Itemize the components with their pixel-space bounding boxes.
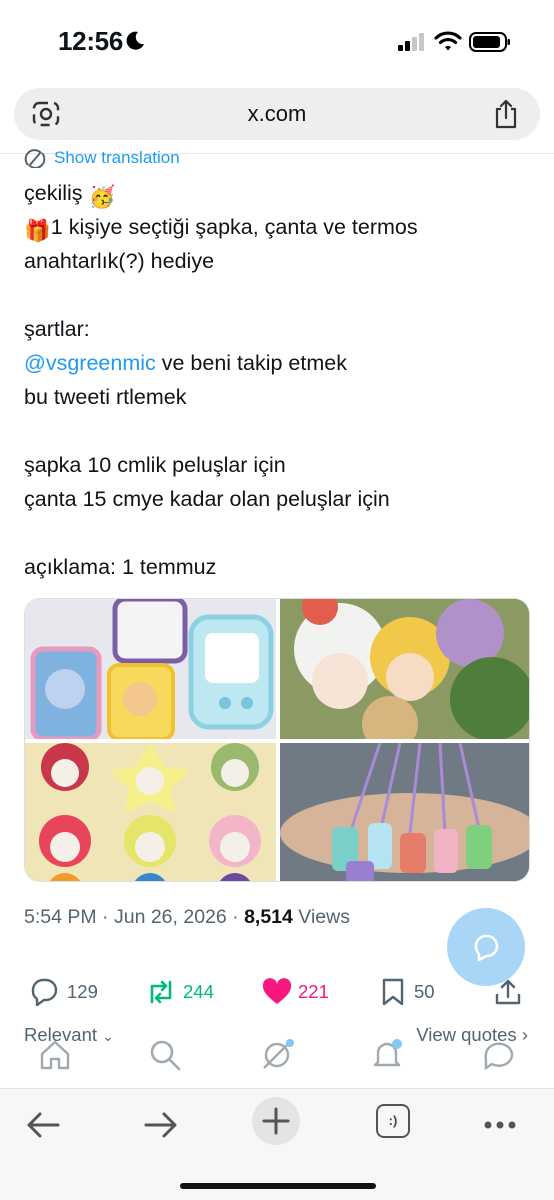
bookmark-button[interactable]: 50 <box>378 972 458 1012</box>
tweet-media-grid[interactable] <box>24 598 530 882</box>
home-icon[interactable] <box>38 1038 72 1072</box>
tweet-line-10: çanta 15 cmye kadar olan peluşlar için <box>24 487 390 511</box>
tweet-line-12: açıklama: 1 temmuz <box>24 555 217 579</box>
x-bottom-tab-bar <box>0 1032 554 1090</box>
tweet-line-3: anahtarlık(?) hediye <box>24 249 215 273</box>
address-bar[interactable]: x.com <box>14 88 540 140</box>
photo-plush-hats-image <box>280 599 529 739</box>
tweet-actions: 129 244 221 50 <box>0 972 554 1012</box>
tweet-time: 5:54 PM <box>24 906 97 928</box>
reply-count: 129 <box>67 981 98 1002</box>
plus-icon <box>262 1107 290 1135</box>
tweet-line-text: ve beni takip etmek <box>155 351 347 375</box>
photo-fruit-hat-chart-image <box>25 743 276 881</box>
heart-icon <box>262 978 292 1004</box>
tweet-line-9: şapka 10 cmlik peluşlar için <box>24 453 286 477</box>
repost-count: 244 <box>183 981 214 1002</box>
party-face-emoji-icon: 🥳 <box>88 185 116 209</box>
translate-label[interactable]: Show translation <box>54 148 180 168</box>
search-icon[interactable] <box>148 1038 182 1072</box>
meta-separator: · <box>226 906 245 928</box>
views-count: 8,514 <box>244 906 293 928</box>
photo-bottle-keychains-image <box>280 743 529 881</box>
tweet-line-1: çekiliş 🥳 <box>24 176 534 210</box>
repost-button[interactable]: 244 <box>146 972 236 1012</box>
reply-button[interactable]: 129 <box>30 972 120 1012</box>
tweet-line-5: şartlar: <box>24 317 90 341</box>
more-menu-icon[interactable] <box>482 1105 522 1145</box>
share-icon[interactable] <box>492 98 520 130</box>
notifications-bell-icon[interactable] <box>370 1038 404 1072</box>
tab-switcher-button[interactable]: :) <box>376 1104 410 1138</box>
share-upload-icon <box>495 979 521 1005</box>
show-translation-link[interactable]: Show translation <box>24 146 224 168</box>
bookmark-count: 50 <box>414 981 435 1002</box>
share-post-button[interactable] <box>494 972 524 1012</box>
reply-bubble-icon <box>474 934 499 962</box>
tweet-line-text: 1 kişiye seçtiği şapka, çanta ve termos <box>50 215 418 239</box>
tweet-date: Jun 26, 2026 <box>113 906 227 928</box>
tweet-line-7: bu tweeti rtlemek <box>24 385 187 409</box>
views-label: Views <box>292 906 350 928</box>
media-photo-keychain-cases[interactable] <box>25 599 276 739</box>
battery-icon <box>469 32 510 52</box>
wifi-icon <box>434 31 462 51</box>
messages-icon[interactable] <box>482 1038 516 1072</box>
gift-emoji-icon: 🎁 <box>24 219 51 243</box>
back-arrow-icon[interactable] <box>24 1105 64 1145</box>
media-photo-plush-hats[interactable] <box>280 599 529 739</box>
grok-icon[interactable] <box>260 1038 294 1072</box>
like-button[interactable]: 221 <box>262 972 352 1012</box>
status-time: 12:56 <box>58 26 123 56</box>
tweet-meta: 5:54 PM · Jun 26, 2026 · 8,514 Views <box>24 906 350 929</box>
media-photo-bottle-keychains[interactable] <box>280 743 529 881</box>
repost-icon <box>150 980 172 1004</box>
tweet-line-text: çekiliş <box>24 181 83 205</box>
status-bar: 12:56 <box>0 0 554 84</box>
new-tab-button[interactable] <box>252 1097 300 1145</box>
cellular-signal-icon <box>398 33 424 51</box>
bookmark-icon <box>382 978 404 1006</box>
meta-separator: · <box>96 906 114 928</box>
like-count: 221 <box>298 981 329 1002</box>
media-photo-fruit-hat-chart[interactable] <box>25 743 276 881</box>
photo-keychain-cases-image <box>25 599 276 739</box>
tweet-line-2: 🎁1 kişiye seçtiği şapka, çanta ve termos <box>24 210 534 244</box>
forward-arrow-icon[interactable] <box>140 1105 180 1145</box>
reply-icon <box>31 978 58 1006</box>
browser-toolbar: :) <box>0 1088 554 1200</box>
translate-icon <box>24 149 46 168</box>
url-text[interactable]: x.com <box>14 101 540 127</box>
moon-icon <box>126 31 144 50</box>
mention-link[interactable]: @vsgreenmic <box>24 351 156 375</box>
tweet-body: çekiliş 🥳 🎁1 kişiye seçtiği şapka, çanta… <box>24 176 534 584</box>
home-indicator <box>180 1183 376 1189</box>
tweet-line-6: @vsgreenmic ve beni takip etmek <box>24 346 534 380</box>
